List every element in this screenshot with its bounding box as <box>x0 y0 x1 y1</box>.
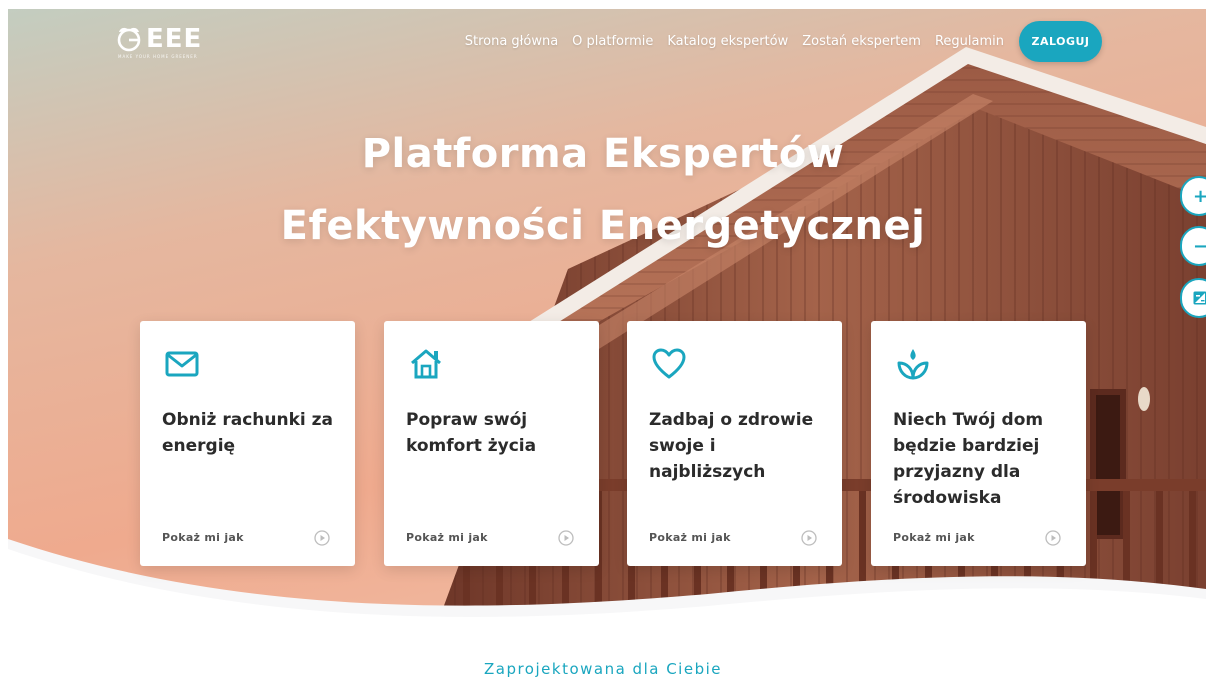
heart-icon <box>652 348 686 379</box>
page: EEE MAKE YOUR HOME GREENER Strona główna… <box>0 0 1206 679</box>
logo[interactable]: EEE MAKE YOUR HOME GREENER <box>116 26 202 60</box>
card-health[interactable]: Zadbaj o zdrowie swoje i najbliższych Po… <box>627 321 842 566</box>
hero-title-line1: Platforma Ekspertów <box>361 131 845 177</box>
card-environment[interactable]: Niech Twój dom będzie bardziej przyjazny… <box>871 321 1086 566</box>
main-nav: Strona główna O platformie Katalog ekspe… <box>465 34 1004 49</box>
minus-icon: − <box>1193 235 1206 257</box>
nav-home[interactable]: Strona główna <box>465 34 558 49</box>
contrast-icon <box>1193 291 1206 305</box>
card-title: Popraw swój komfort życia <box>406 410 537 456</box>
card-title: Zadbaj o zdrowie swoje i najbliższych <box>649 410 814 482</box>
card-title: Obniż rachunki za energię <box>162 410 334 456</box>
envelope-icon <box>165 351 199 377</box>
login-button[interactable]: ZALOGUJ <box>1019 21 1102 62</box>
nav-experts-catalog[interactable]: Katalog ekspertów <box>667 34 788 49</box>
logo-tagline: MAKE YOUR HOME GREENER <box>118 54 198 59</box>
nav-terms[interactable]: Regulamin <box>935 34 1004 49</box>
show-me-how-link[interactable]: Pokaż mi jak <box>649 531 731 544</box>
hero-title-line2: Efektywności Energetycznej <box>280 203 926 249</box>
show-me-how-link[interactable]: Pokaż mi jak <box>893 531 975 544</box>
logo-text: EEE <box>146 24 203 54</box>
card-lower-bills[interactable]: Obniż rachunki za energię Pokaż mi jak <box>140 321 355 566</box>
hero-title: Platforma Ekspertów Efektywności Energet… <box>0 118 1206 262</box>
show-me-how-link[interactable]: Pokaż mi jak <box>162 531 244 544</box>
plus-icon: + <box>1193 185 1206 207</box>
nav-become-expert[interactable]: Zostań ekspertem <box>802 34 921 49</box>
play-circle-icon[interactable] <box>558 530 574 546</box>
plant-icon <box>897 349 929 380</box>
nav-about[interactable]: O platformie <box>572 34 653 49</box>
play-circle-icon[interactable] <box>314 530 330 546</box>
card-comfort[interactable]: Popraw swój komfort życia Pokaż mi jak <box>384 321 599 566</box>
play-circle-icon[interactable] <box>801 530 817 546</box>
show-me-how-link[interactable]: Pokaż mi jak <box>406 531 488 544</box>
card-title: Niech Twój dom będzie bardziej przyjazny… <box>893 410 1044 508</box>
home-icon <box>411 349 441 379</box>
play-circle-icon[interactable] <box>1045 530 1061 546</box>
section-subtitle: Zaprojektowana dla Ciebie <box>483 660 722 678</box>
leaf-logo-icon <box>117 27 141 52</box>
